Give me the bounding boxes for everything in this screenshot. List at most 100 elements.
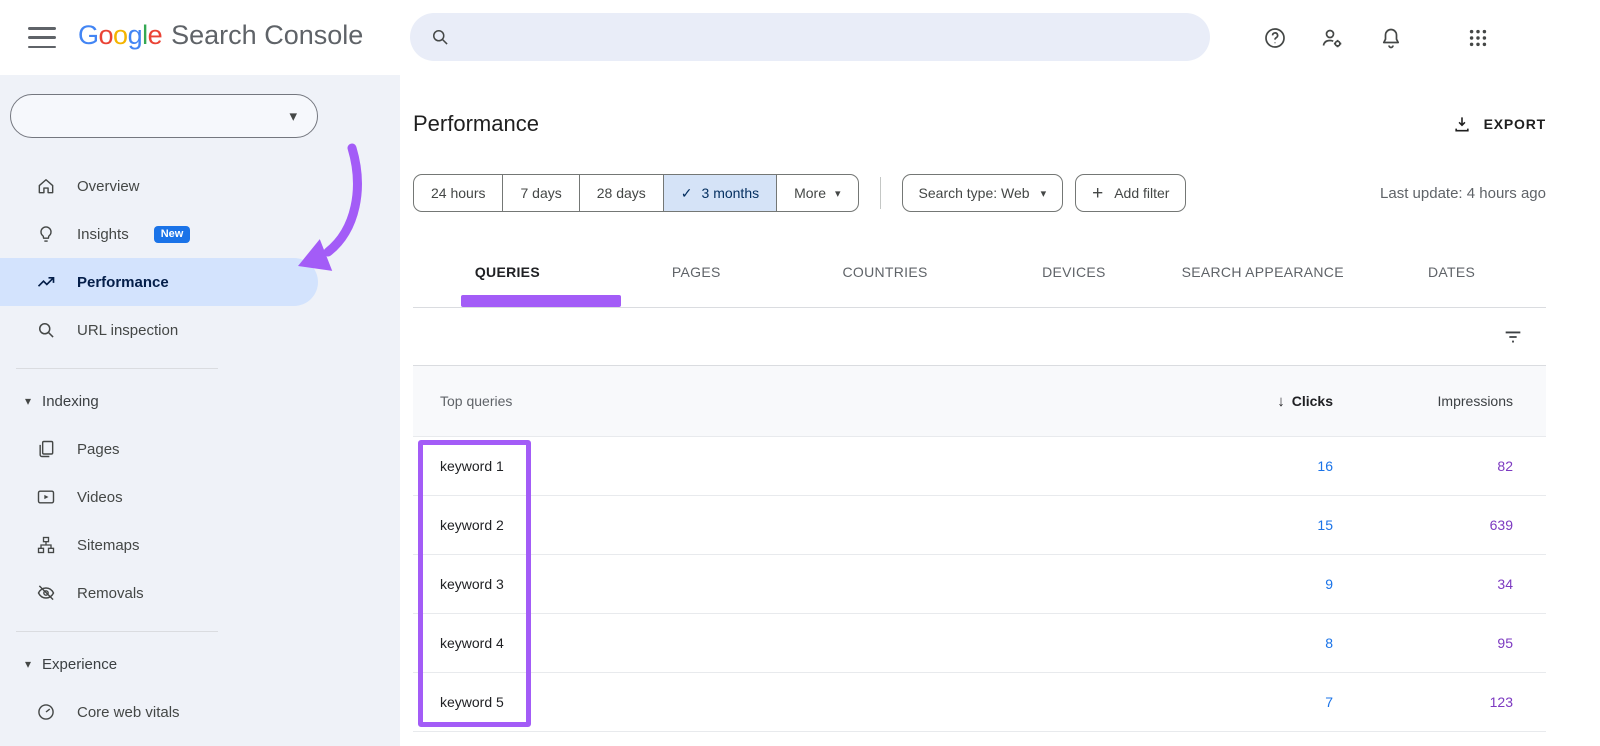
tab-devices[interactable]: DEVICES bbox=[979, 264, 1168, 280]
sidebar-item-pages[interactable]: Pages bbox=[0, 425, 318, 473]
report-tabs: QUERIES PAGES COUNTRIES DEVICES SEARCH A… bbox=[413, 236, 1546, 308]
tab-search-appearance[interactable]: SEARCH APPEARANCE bbox=[1168, 264, 1357, 280]
add-filter-label: Add filter bbox=[1114, 185, 1169, 201]
sidebar-item-videos[interactable]: Videos bbox=[0, 473, 318, 521]
top-bar: Google Search Console bbox=[0, 0, 1600, 75]
sidebar-item-performance[interactable]: Performance bbox=[0, 258, 318, 306]
clicks-cell: 9 bbox=[1213, 576, 1333, 592]
property-selector[interactable]: ▾ bbox=[10, 94, 318, 138]
impressions-cell: 34 bbox=[1333, 576, 1546, 592]
section-header-label: Indexing bbox=[42, 393, 99, 410]
download-icon bbox=[1452, 114, 1472, 134]
sidebar-section-indexing[interactable]: ▾ Indexing bbox=[0, 377, 318, 425]
search-type-label: Search type: Web bbox=[919, 185, 1030, 201]
clicks-cell: 16 bbox=[1213, 458, 1333, 474]
page-title: Performance bbox=[413, 111, 539, 137]
sidebar-item-overview[interactable]: Overview bbox=[0, 162, 318, 210]
plus-icon: + bbox=[1092, 184, 1103, 203]
home-icon bbox=[36, 176, 56, 196]
sidebar-item-label: Insights bbox=[77, 226, 129, 243]
main-content: Performance EXPORT 24 hours 7 days 28 da… bbox=[400, 75, 1600, 746]
logo-letter: g bbox=[128, 20, 143, 51]
trending-up-icon bbox=[36, 272, 56, 292]
hamburger-icon bbox=[28, 46, 56, 49]
manage-users-button[interactable] bbox=[1315, 21, 1349, 55]
sidebar-item-core-web-vitals[interactable]: Core web vitals bbox=[0, 688, 318, 736]
search-icon bbox=[36, 320, 56, 340]
range-label: 3 months bbox=[702, 185, 760, 201]
range-3-months-button[interactable]: ✓ 3 months bbox=[663, 175, 776, 211]
tab-dates[interactable]: DATES bbox=[1357, 264, 1546, 280]
range-more-button[interactable]: More ▾ bbox=[776, 175, 857, 211]
lightbulb-icon bbox=[36, 224, 56, 244]
sidebar-item-sitemaps[interactable]: Sitemaps bbox=[0, 521, 318, 569]
date-range-group: 24 hours 7 days 28 days ✓ 3 months More … bbox=[413, 174, 859, 212]
sidebar-section-experience[interactable]: ▾ Experience bbox=[0, 640, 318, 688]
filter-bar: 24 hours 7 days 28 days ✓ 3 months More … bbox=[413, 174, 1546, 212]
export-label: EXPORT bbox=[1484, 116, 1546, 132]
table-toolbar bbox=[413, 308, 1546, 366]
hamburger-menu-button[interactable] bbox=[28, 27, 56, 48]
help-button[interactable] bbox=[1258, 21, 1292, 55]
video-icon bbox=[36, 487, 56, 507]
apps-grid-icon bbox=[1467, 27, 1489, 49]
tab-countries[interactable]: COUNTRIES bbox=[791, 264, 980, 280]
sidebar-item-label: Videos bbox=[77, 489, 123, 506]
sidebar: ▾ Overview Insights New Performance URL … bbox=[0, 75, 400, 746]
query-cell: keyword 4 bbox=[413, 635, 1213, 651]
column-header-clicks[interactable]: ↓Clicks bbox=[1213, 393, 1333, 410]
add-filter-button[interactable]: + Add filter bbox=[1075, 174, 1186, 212]
tab-pages[interactable]: PAGES bbox=[602, 264, 791, 280]
apps-grid-button[interactable] bbox=[1461, 21, 1495, 55]
table-filter-button[interactable] bbox=[1502, 326, 1524, 348]
sidebar-item-label: Core web vitals bbox=[77, 704, 180, 721]
table-row[interactable]: keyword 1 16 82 bbox=[413, 437, 1546, 496]
search-input[interactable] bbox=[464, 28, 1190, 46]
table-row[interactable]: keyword 4 8 95 bbox=[413, 614, 1546, 673]
new-badge: New bbox=[154, 226, 191, 243]
table-row[interactable]: keyword 2 15 639 bbox=[413, 496, 1546, 555]
sidebar-item-label: Removals bbox=[77, 585, 144, 602]
column-header-impressions[interactable]: Impressions bbox=[1333, 393, 1546, 409]
vertical-separator bbox=[880, 177, 881, 209]
export-button[interactable]: EXPORT bbox=[1452, 114, 1546, 134]
page-header: Performance EXPORT bbox=[413, 75, 1546, 160]
range-28-days-button[interactable]: 28 days bbox=[579, 175, 663, 211]
notifications-button[interactable] bbox=[1374, 21, 1408, 55]
sort-descending-icon: ↓ bbox=[1277, 393, 1285, 410]
section-header-label: Experience bbox=[42, 656, 117, 673]
query-cell: keyword 5 bbox=[413, 694, 1213, 710]
sidebar-item-label: Pages bbox=[77, 441, 120, 458]
bell-icon bbox=[1379, 26, 1403, 50]
range-24-hours-button[interactable]: 24 hours bbox=[414, 175, 502, 211]
help-icon bbox=[1263, 26, 1287, 50]
table-row[interactable]: keyword 3 9 34 bbox=[413, 555, 1546, 614]
search-type-filter[interactable]: Search type: Web ▾ bbox=[902, 174, 1064, 212]
hamburger-icon bbox=[28, 27, 56, 30]
chevron-down-icon: ▾ bbox=[289, 107, 297, 125]
caret-down-icon: ▾ bbox=[1041, 187, 1047, 200]
check-icon: ✓ bbox=[681, 185, 693, 202]
logo-letter: o bbox=[99, 20, 114, 51]
sidebar-nav: Overview Insights New Performance URL in… bbox=[0, 162, 318, 736]
tab-queries[interactable]: QUERIES bbox=[413, 264, 602, 280]
hamburger-icon bbox=[28, 36, 56, 39]
range-7-days-button[interactable]: 7 days bbox=[502, 175, 578, 211]
search-icon bbox=[430, 27, 450, 47]
sidebar-item-removals[interactable]: Removals bbox=[0, 569, 318, 617]
sidebar-item-label: URL inspection bbox=[77, 322, 178, 339]
app-logo: Google Search Console bbox=[78, 20, 363, 51]
table-row[interactable]: keyword 5 7 123 bbox=[413, 673, 1546, 732]
filter-list-icon bbox=[1502, 326, 1524, 348]
sidebar-divider bbox=[16, 631, 218, 632]
sidebar-divider bbox=[16, 368, 218, 369]
column-header-top-queries[interactable]: Top queries bbox=[413, 393, 1213, 409]
sidebar-item-url-inspection[interactable]: URL inspection bbox=[0, 306, 318, 354]
sidebar-item-insights[interactable]: Insights New bbox=[0, 210, 318, 258]
clicks-cell: 8 bbox=[1213, 635, 1333, 651]
range-label: 28 days bbox=[597, 185, 646, 201]
logo-letter: e bbox=[148, 20, 163, 51]
impressions-cell: 95 bbox=[1333, 635, 1546, 651]
impressions-cell: 82 bbox=[1333, 458, 1546, 474]
sidebar-item-label: Overview bbox=[77, 178, 140, 195]
